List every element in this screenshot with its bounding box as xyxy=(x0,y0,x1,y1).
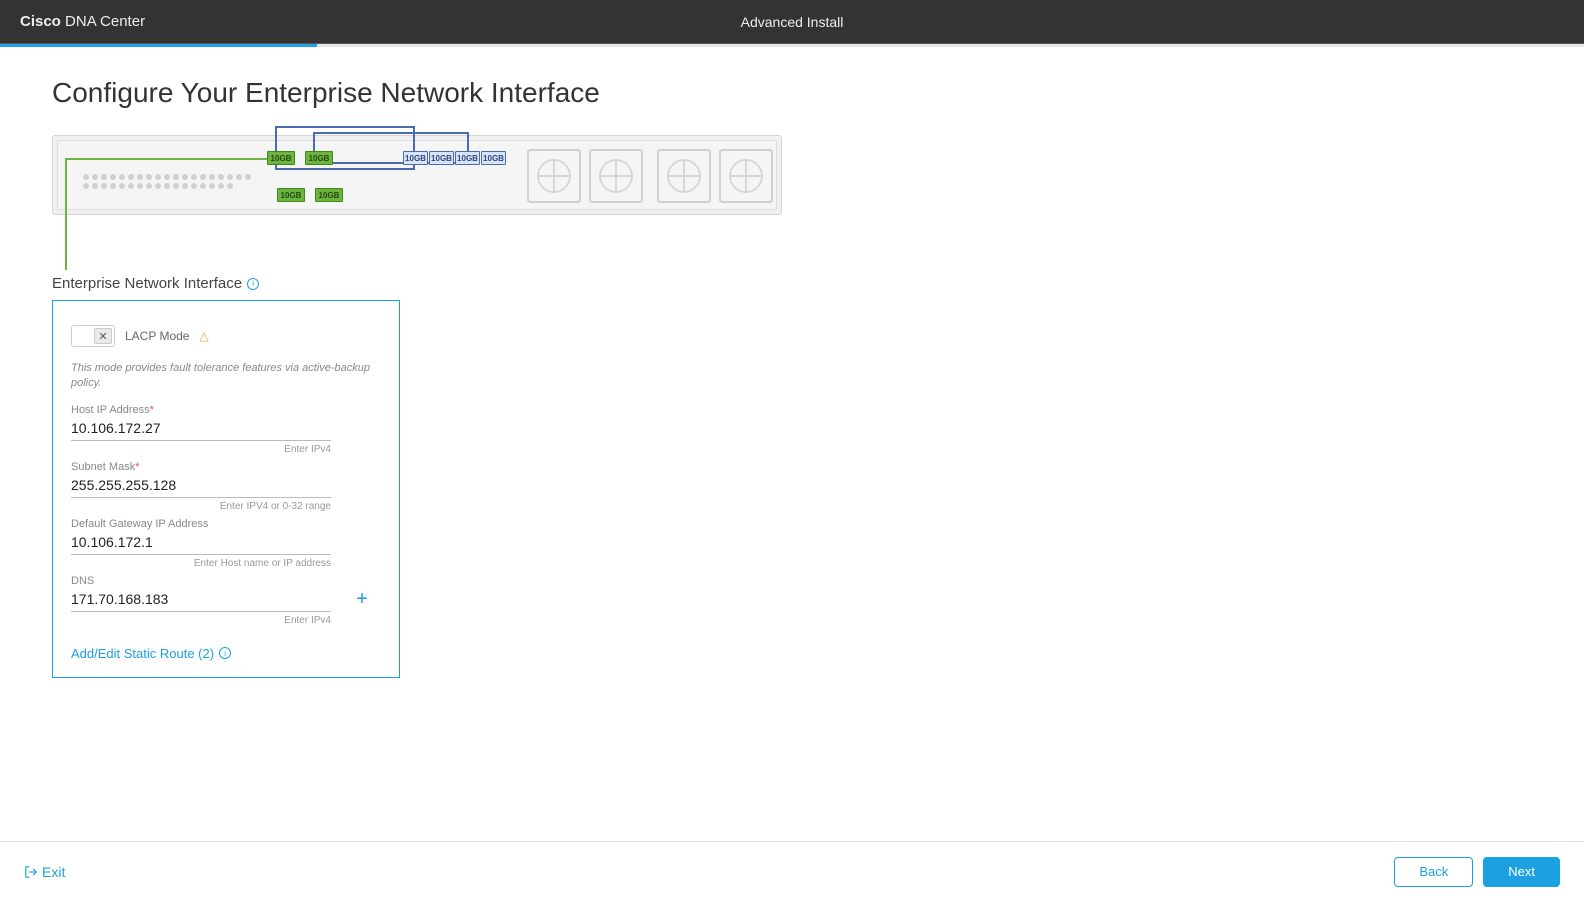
brand-strong: Cisco xyxy=(20,13,61,30)
port-b-4[interactable]: 10GB xyxy=(481,151,506,165)
info-icon[interactable]: i xyxy=(247,278,259,290)
brand: Cisco DNA Center xyxy=(20,13,145,30)
host-ip-label: Host IP Address* xyxy=(71,404,381,416)
dns-hint: Enter IPv4 xyxy=(71,615,331,626)
gateway-label: Default Gateway IP Address xyxy=(71,518,381,530)
port-b-1[interactable]: 10GB xyxy=(403,151,428,165)
gateway-input[interactable] xyxy=(71,530,331,555)
port-g-bot-1[interactable]: 10GB xyxy=(277,188,305,202)
section-title: Enterprise Network Interface xyxy=(52,275,242,292)
port-g-bot-2[interactable]: 10GB xyxy=(315,188,343,202)
page-title: Configure Your Enterprise Network Interf… xyxy=(52,77,1532,109)
host-ip-hint: Enter IPv4 xyxy=(71,444,331,455)
port-g-top-1[interactable]: 10GB xyxy=(267,151,295,165)
subnet-mask-input[interactable] xyxy=(71,473,331,498)
exit-link[interactable]: Exit xyxy=(24,864,65,880)
port-b-2[interactable]: 10GB xyxy=(429,151,454,165)
close-icon: ✕ xyxy=(94,328,112,344)
subnet-mask-hint: Enter IPV4 or 0-32 range xyxy=(71,501,331,512)
host-ip-input[interactable] xyxy=(71,416,331,441)
brand-light: DNA Center xyxy=(65,13,145,30)
port-b-3[interactable]: 10GB xyxy=(455,151,480,165)
info-icon[interactable]: i xyxy=(219,647,231,659)
footer: Exit Back Next xyxy=(0,841,1584,901)
lacp-label: LACP Mode xyxy=(125,329,189,343)
mode-description: This mode provides fault tolerance featu… xyxy=(71,361,381,392)
enterprise-interface-card: ✕ LACP Mode △ This mode provides fault t… xyxy=(52,300,400,678)
app-header: Cisco DNA Center Advanced Install xyxy=(0,0,1584,44)
dns-label: DNS xyxy=(71,575,381,587)
warning-icon: △ xyxy=(199,329,208,343)
main-content: Configure Your Enterprise Network Interf… xyxy=(0,47,1584,841)
back-button[interactable]: Back xyxy=(1394,857,1473,887)
lacp-toggle[interactable]: ✕ xyxy=(71,325,115,347)
static-route-link[interactable]: Add/Edit Static Route (2) i xyxy=(71,646,381,661)
next-button[interactable]: Next xyxy=(1483,857,1560,887)
gateway-hint: Enter Host name or IP address xyxy=(71,558,331,569)
appliance-diagram: 10GB 10GB 10GB 10GB 10GB 10GB 10GB 10GB xyxy=(52,135,782,215)
exit-icon xyxy=(24,865,38,879)
dns-input[interactable] xyxy=(71,587,331,612)
section-title-row: Enterprise Network Interface i xyxy=(52,275,1532,292)
subnet-mask-label: Subnet Mask* xyxy=(71,461,381,473)
header-title: Advanced Install xyxy=(741,14,844,30)
add-dns-button[interactable]: + xyxy=(351,588,373,610)
port-g-top-2[interactable]: 10GB xyxy=(305,151,333,165)
